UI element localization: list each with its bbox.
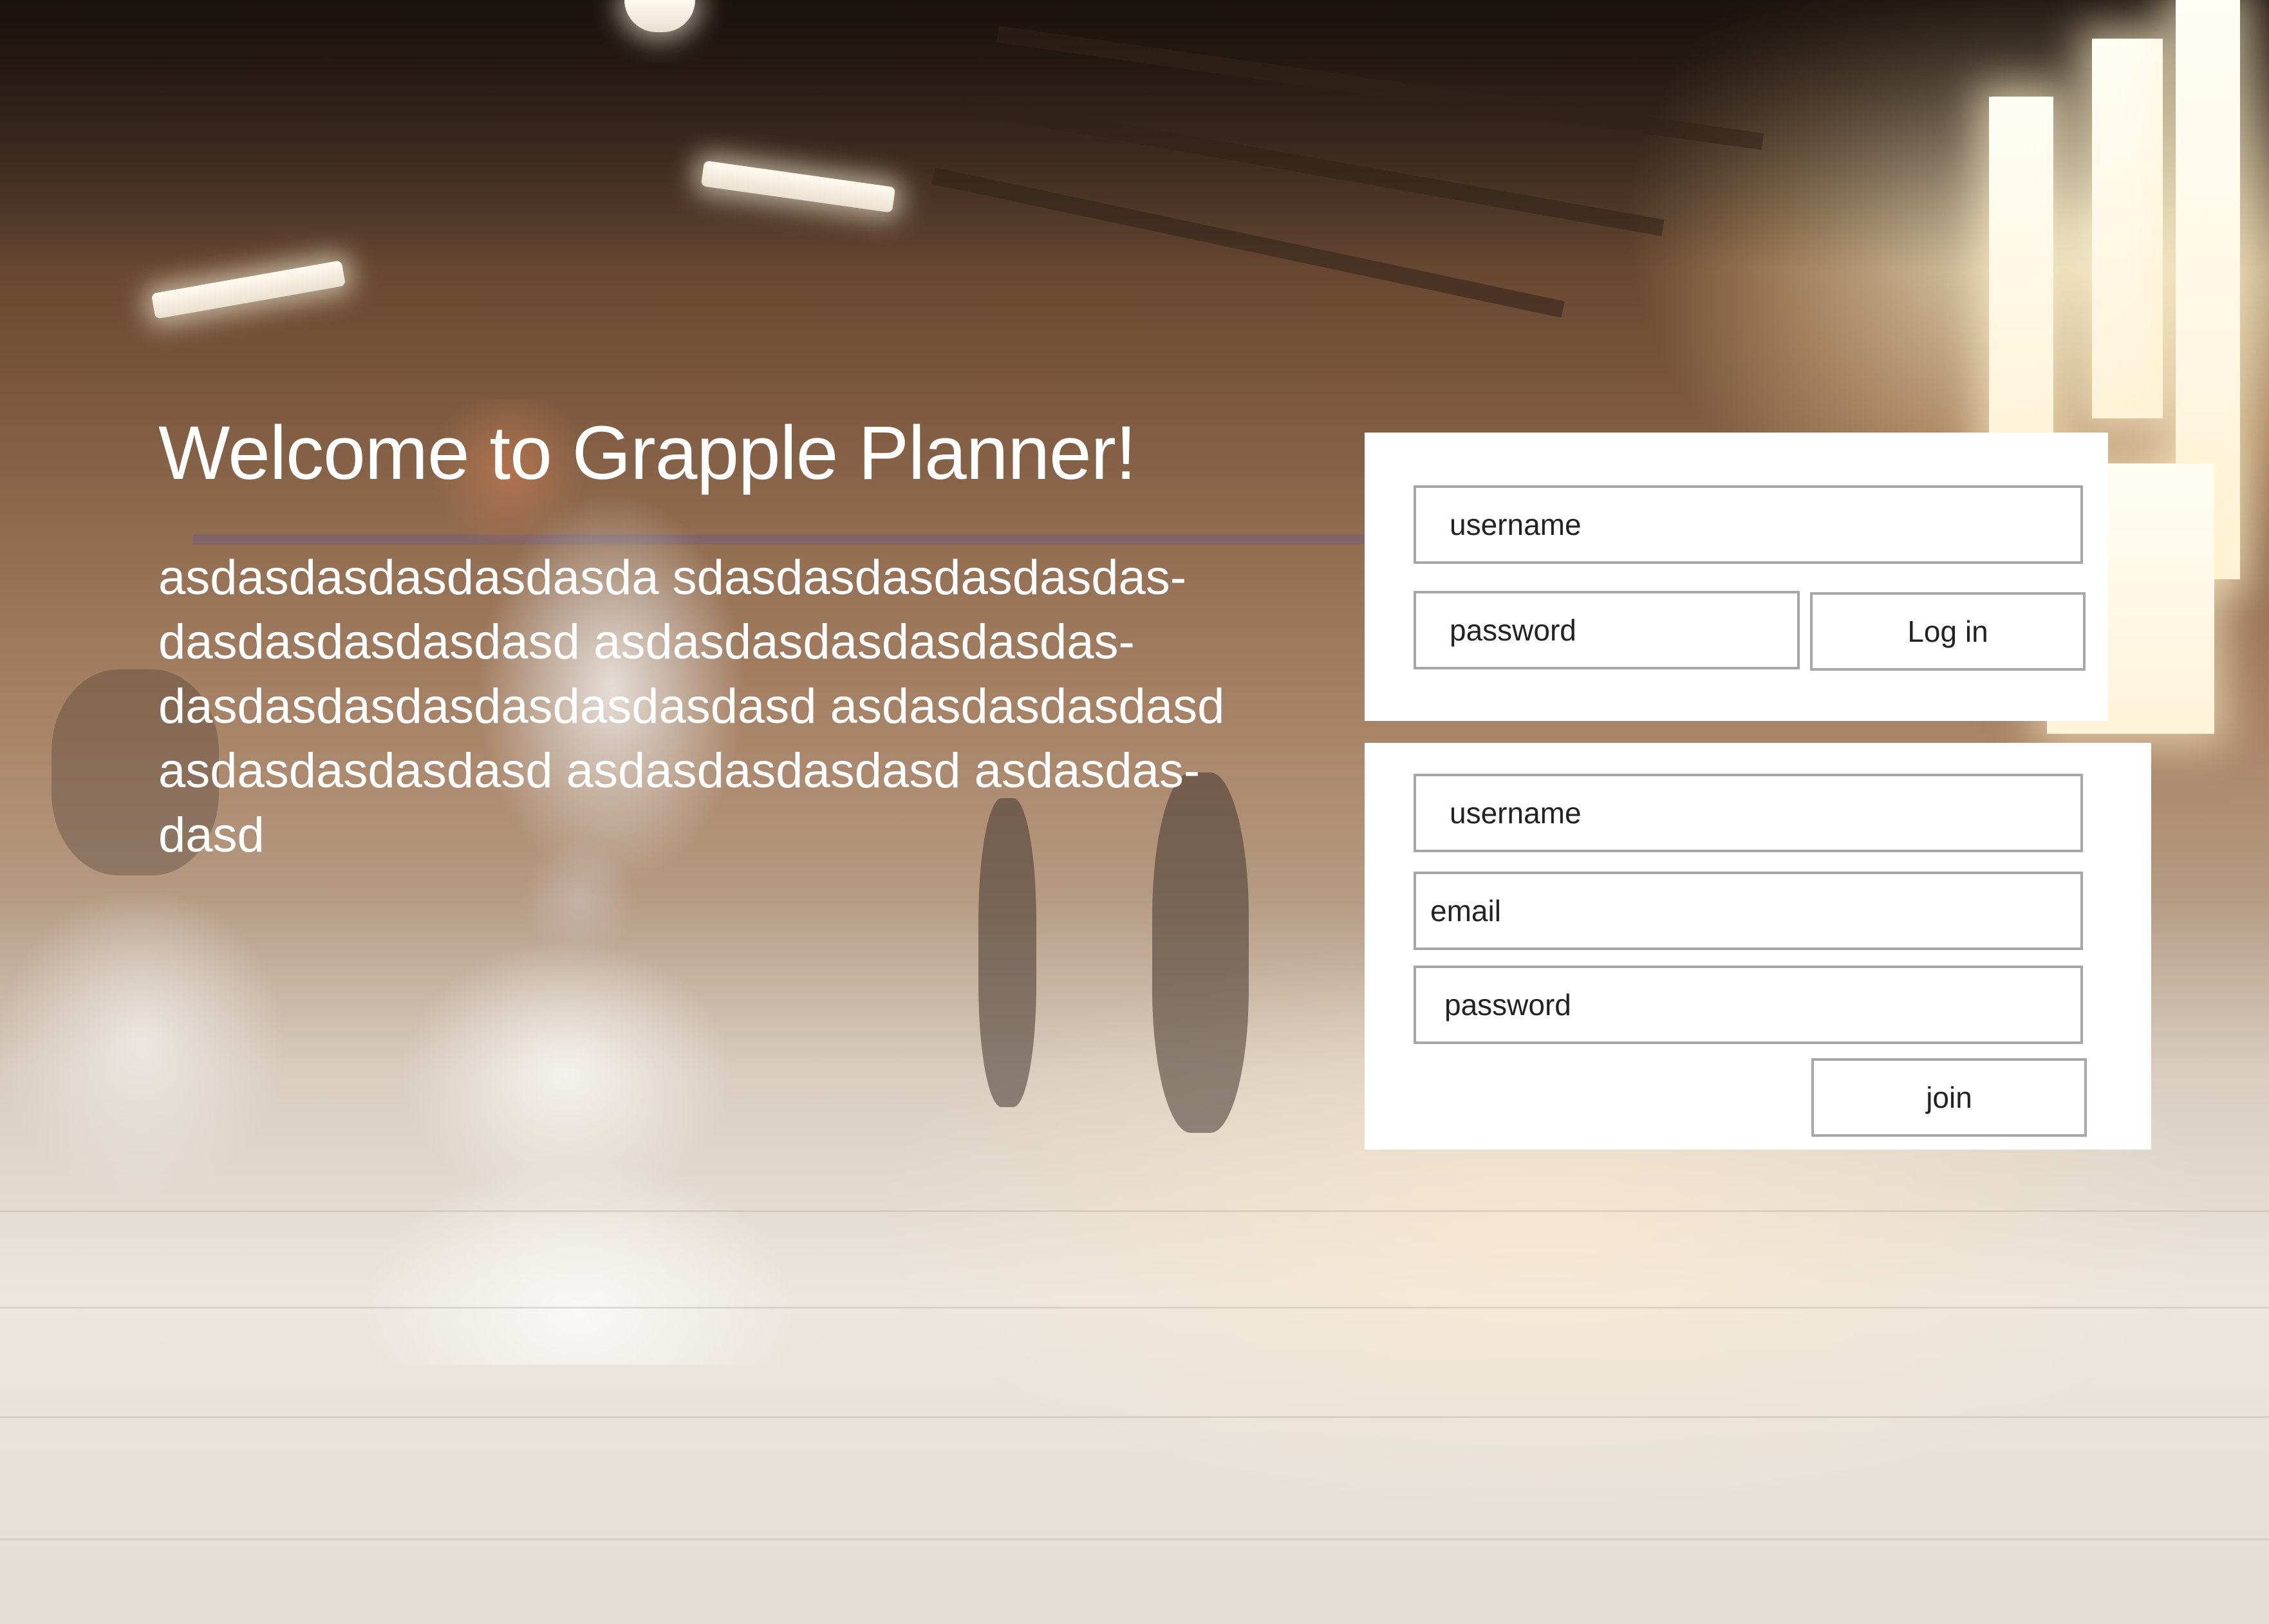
mat-seam bbox=[0, 1307, 2269, 1309]
grappling-athletes bbox=[0, 399, 933, 1365]
signup-form: join bbox=[1365, 743, 2151, 1150]
signup-password-input[interactable] bbox=[1414, 966, 2083, 1044]
mat-seam bbox=[0, 1416, 2269, 1418]
login-button[interactable]: Log in bbox=[1810, 592, 2086, 671]
login-form: Log in bbox=[1365, 433, 2108, 721]
page-title: Welcome to Grapple Planner! bbox=[158, 411, 1137, 496]
window bbox=[1989, 97, 2053, 457]
join-button[interactable]: join bbox=[1811, 1058, 2087, 1137]
window bbox=[2092, 39, 2163, 418]
signup-username-input[interactable] bbox=[1414, 774, 2083, 852]
login-username-input[interactable] bbox=[1414, 485, 2083, 564]
mat-seam bbox=[0, 1210, 2269, 1212]
intro-text: asdasdasdasdasdasda sdasdasdasdasdasdas-… bbox=[158, 550, 1225, 863]
signup-email-input[interactable] bbox=[1414, 872, 2083, 950]
login-password-input[interactable] bbox=[1414, 591, 1800, 669]
mat-seam bbox=[0, 1538, 2269, 1540]
